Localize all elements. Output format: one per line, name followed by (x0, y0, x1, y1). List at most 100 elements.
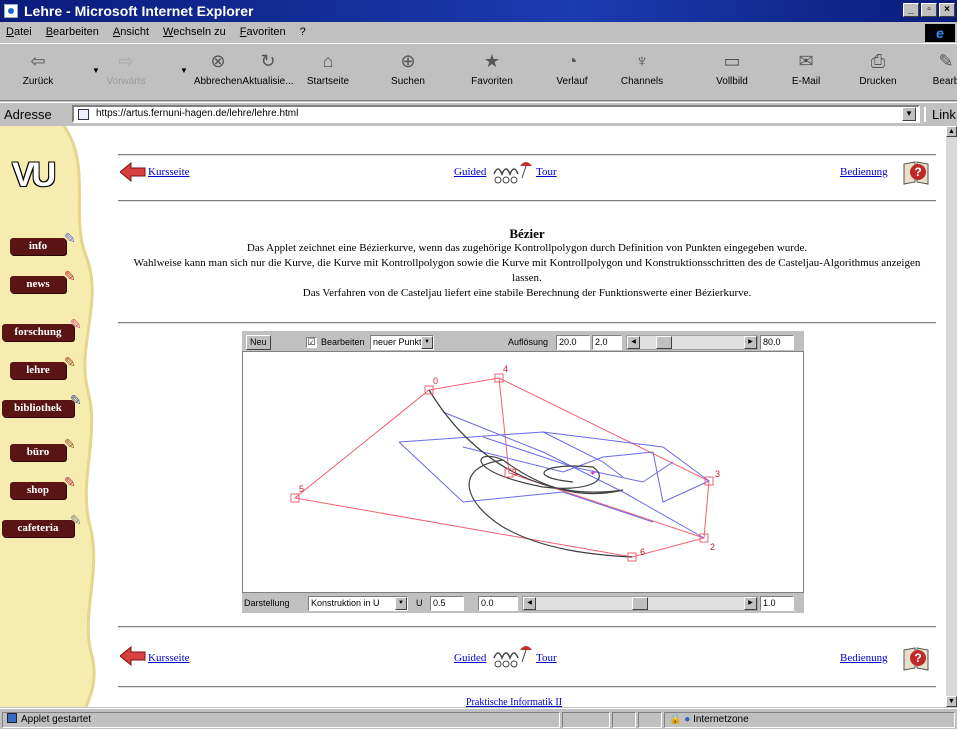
applet-bottom-controls: Darstellung Konstruktion in U ▼ U 0.5 0.0… (242, 595, 804, 615)
kursseite-link[interactable]: Kursseite (148, 166, 190, 178)
back-arrow-icon[interactable] (120, 646, 146, 666)
help-book-icon[interactable]: ? (902, 644, 930, 672)
sidebar-item-0[interactable]: info (10, 238, 66, 255)
toolbar-button-2[interactable]: ⊗ Abbrechen (190, 48, 246, 94)
toolbar-button-7[interactable]: ◔ Verlauf (544, 48, 600, 94)
sidebar-item-4[interactable]: bibliothek (2, 400, 74, 417)
toolbar-label: Channels (620, 76, 664, 87)
toolbar-button-5[interactable]: ⊕ Suchen (380, 48, 436, 94)
resolution-max-field[interactable]: 80.0 (760, 335, 794, 350)
edit-checkbox[interactable]: ☑ (306, 337, 317, 348)
internet-zone-icon: ● (684, 714, 691, 725)
sidebar-item-5[interactable]: büro (10, 444, 66, 461)
ie-app-icon[interactable] (4, 4, 18, 18)
separator (118, 322, 936, 324)
praktische-informatik-link[interactable]: Praktische Informatik II (466, 697, 562, 707)
guided-link[interactable]: Guided (454, 652, 486, 664)
vertical-scrollbar[interactable]: ▲ ▼ (946, 126, 957, 707)
kursseite-link[interactable]: Kursseite (148, 652, 190, 664)
menu-bar: Datei Bearbeiten Ansicht Wechseln zu Favorit… (0, 22, 957, 42)
ie-throbber-logo: e (925, 24, 955, 42)
toolbar-label: Suchen (391, 76, 425, 87)
bezier-applet: Neu ☑ Bearbeiten neuer Punkt ▼ Auflösung … (242, 331, 804, 613)
sidebar-item-6[interactable]: shop (10, 482, 66, 499)
display-dropdown-icon: ▼ (395, 597, 407, 610)
toolbar-button-6[interactable]: ★ Favoriten (464, 48, 520, 94)
slider-thumb (656, 336, 673, 349)
toolbar-button-0[interactable]: ⇦ Zurück (10, 48, 66, 94)
toolbar-button-4[interactable]: ⌂ Startseite (300, 48, 356, 94)
control-point-label: 0 (433, 376, 438, 386)
svg-text:?: ? (914, 651, 921, 665)
u-slider[interactable]: ◀ ▶ (522, 596, 758, 611)
menu-item-1[interactable]: Bearbeiten (46, 26, 99, 38)
status-cell (638, 712, 662, 728)
page-icon (78, 109, 89, 120)
u-field[interactable]: 0.0 (478, 596, 518, 611)
forward-dropdown-icon[interactable]: ▼ (180, 66, 188, 75)
toolbar-label: Startseite (306, 76, 350, 87)
display-select[interactable]: Konstruktion in U ▼ (308, 596, 408, 611)
history-icon: ◔ (566, 51, 578, 71)
menu-item-3[interactable]: Wechseln zu (163, 26, 226, 38)
tour-link[interactable]: Tour (536, 652, 557, 664)
toolbar-button-9[interactable]: ▭ Vollbild (704, 48, 760, 94)
tour-link[interactable]: Tour (536, 166, 557, 178)
guided-link[interactable]: Guided (454, 166, 486, 178)
browser-window: Lehre - Microsoft Internet Explorer _ ▫ … (0, 0, 957, 729)
scroll-up-icon[interactable]: ▲ (946, 126, 957, 137)
guided-tour-icon[interactable] (490, 640, 534, 670)
toolbar-button-11[interactable]: ⎙ Drucken (850, 48, 906, 94)
address-input[interactable]: https://artus.fernuni-hagen.de/lehre/leh… (72, 105, 920, 123)
back-arrow-icon[interactable] (120, 162, 146, 182)
vu-logo[interactable]: VU (12, 156, 56, 195)
menu-item-4[interactable]: Favoriten (240, 26, 286, 38)
bedienung-link[interactable]: Bedienung (840, 652, 888, 664)
menu-item-0[interactable]: Datei (6, 26, 32, 38)
toolbar-label: Favoriten (471, 76, 513, 87)
maximize-button[interactable]: ▫ (921, 3, 937, 17)
guided-tour-icon[interactable] (490, 156, 534, 186)
intro-paragraph: Das Applet zeichnet eine Bézierkurve, we… (246, 242, 808, 254)
display-label: Darstellung (244, 598, 290, 608)
sidebar-item-1[interactable]: news (10, 276, 66, 293)
toolbar-button-1[interactable]: ⇨ Vorwärts (98, 48, 154, 94)
top-navigation: Kursseite Guided Tour Bedienung ? (118, 154, 936, 202)
resolution-label: Auflösung (508, 337, 549, 347)
toolbar-button-12[interactable]: ✎ Bearb (918, 48, 957, 94)
bezier-canvas[interactable]: 0 4 3 2 6 5 1 ✦ (242, 351, 804, 593)
toolbar-label: E-Mail (791, 76, 821, 87)
toolbar-label: Vollbild (716, 76, 748, 87)
sidebar-item-7[interactable]: cafeteria (2, 520, 74, 537)
stop-icon: ⊗ (210, 51, 226, 71)
help-book-icon[interactable]: ? (902, 158, 930, 186)
address-dropdown-icon[interactable]: ▼ (902, 107, 916, 121)
u-value-field[interactable]: 0.5 (430, 596, 464, 611)
toolbar-button-8[interactable]: ♆ Channels (614, 48, 670, 94)
bedienung-link[interactable]: Bedienung (840, 166, 888, 178)
u-max-field[interactable]: 1.0 (760, 596, 794, 611)
new-button[interactable]: Neu (246, 335, 271, 350)
toolbar-label: Drucken (859, 76, 897, 87)
toolbar-button-3[interactable]: ↻ Aktualisie... (240, 48, 296, 94)
search-icon: ⊕ (400, 51, 416, 71)
status-text: Applet gestartet (21, 714, 92, 725)
fullscreen-icon: ▭ (723, 51, 741, 71)
minimize-button[interactable]: _ (903, 3, 919, 17)
sidebar-item-2[interactable]: forschung (2, 324, 74, 341)
toolbar-button-10[interactable]: ✉ E-Mail (778, 48, 834, 94)
links-button[interactable]: Link (924, 107, 956, 122)
address-label: Adresse (4, 107, 52, 122)
close-button[interactable]: × (939, 3, 955, 17)
menu-item-5[interactable]: ? (300, 26, 306, 38)
mode-select[interactable]: neuer Punkt ▼ (370, 335, 434, 350)
construction-line (442, 411, 705, 539)
menu-item-2[interactable]: Ansicht (113, 26, 149, 38)
resolution-slider[interactable]: ◀ ▶ (626, 335, 758, 350)
home-icon: ⌂ (322, 51, 334, 71)
resolution-field-b[interactable]: 2.0 (592, 335, 622, 350)
sidebar-item-3[interactable]: lehre (10, 362, 66, 379)
scroll-down-icon[interactable]: ▼ (946, 696, 957, 707)
resolution-field-a[interactable]: 20.0 (556, 335, 590, 350)
sidebar-decoration-icon: ✎ (64, 354, 76, 370)
